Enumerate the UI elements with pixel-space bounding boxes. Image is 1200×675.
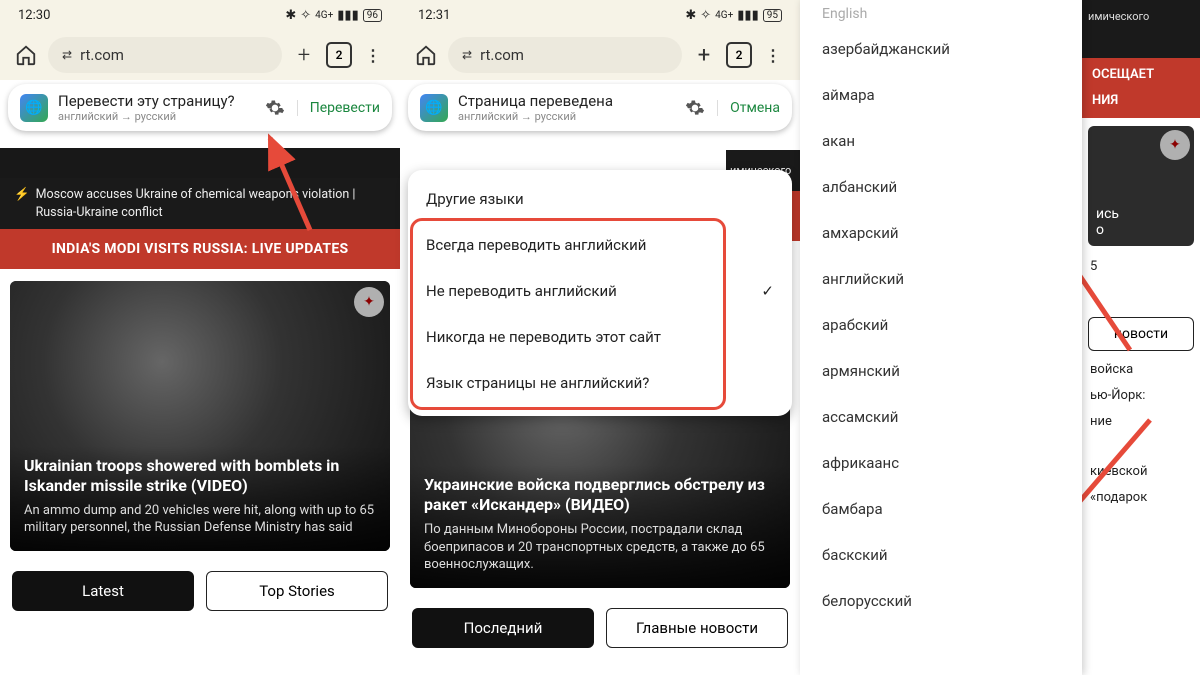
translate-text: Перевести эту страницу? английский → рус… [58, 92, 253, 123]
language-item[interactable]: English [800, 0, 1082, 26]
home-icon[interactable] [14, 43, 38, 67]
tab-top-stories[interactable]: Главные новости [606, 608, 788, 648]
language-item[interactable]: африкаанс [800, 440, 1082, 486]
feed-tabs: Последний Главные новости [400, 600, 800, 656]
bluetooth-icon: ✱ [285, 8, 296, 23]
gear-icon[interactable] [263, 96, 287, 120]
article-summary: По данным Минобороны России, пострадали … [424, 521, 776, 574]
language-item[interactable]: бамбара [800, 486, 1082, 532]
live-banner[interactable]: INDIA'S MODI VISITS RUSSIA: LIVE UPDATES [0, 229, 400, 269]
translate-options-menu: Другие языки Всегда переводить английски… [408, 170, 792, 416]
translate-icon: 🌐 [420, 94, 448, 122]
article-card[interactable]: ✦ Ukrainian troops showered with bomblet… [10, 281, 390, 551]
vibrate-icon: ✧ [300, 8, 311, 23]
bg-num: 5 [1082, 254, 1200, 280]
bolt-icon: ⚡ [14, 186, 30, 221]
feed-tabs: Latest Top Stories [0, 563, 400, 619]
language-item[interactable]: армянский [800, 348, 1082, 394]
language-item[interactable]: азербайджанский [800, 26, 1082, 72]
bg-red2: НИЯ [1082, 92, 1200, 118]
new-tab-icon[interactable]: + [692, 43, 716, 67]
url-field[interactable]: ⇄ rt.com [48, 37, 282, 73]
source-badge-icon: ✦ [354, 287, 384, 317]
language-item[interactable]: акан [800, 118, 1082, 164]
bluetooth-icon: ✱ [685, 8, 696, 23]
tab-switcher[interactable]: 2 [726, 42, 752, 68]
translate-title: Страница переведена [458, 92, 673, 110]
check-icon: ✓ [761, 282, 774, 300]
vibrate-icon: ✧ [700, 8, 711, 23]
screenshot-3: English азербайджанский аймара акан алба… [800, 0, 1200, 675]
menu-other-languages[interactable]: Другие языки [408, 176, 792, 222]
language-item[interactable]: аймара [800, 72, 1082, 118]
bg-red1: ОСЕЩАЕТ [1082, 58, 1200, 92]
site-settings-icon: ⇄ [62, 48, 72, 62]
home-icon[interactable] [414, 43, 438, 67]
url-text: rt.com [480, 46, 524, 64]
battery-icon: 96 [363, 9, 382, 22]
menu-wrong-language[interactable]: Язык страницы не английский? [408, 360, 792, 406]
source-badge-icon: ✦ [1160, 130, 1190, 160]
article-summary: An ammo dump and 20 vehicles were hit, a… [24, 502, 376, 537]
status-bar: 12:30 ✱ ✧ 4G+ ▮▮▮ 96 [0, 0, 400, 30]
status-icons: ✱ ✧ 4G+ ▮▮▮ 95 [685, 8, 782, 23]
language-item[interactable]: английский [800, 256, 1082, 302]
web-content: ⚡ Moscow accuses Ukraine of chemical wea… [0, 84, 400, 675]
tab-latest[interactable]: Latest [12, 571, 194, 611]
gear-icon[interactable] [683, 96, 707, 120]
bg-card: ✦ ись о [1088, 126, 1194, 246]
language-list[interactable]: English азербайджанский аймара акан алба… [800, 0, 1082, 675]
clock: 12:30 [18, 8, 50, 23]
status-icons: ✱ ✧ 4G+ ▮▮▮ 96 [285, 8, 382, 23]
translate-cancel-button[interactable]: Отмена [717, 100, 780, 116]
menu-never-translate-site[interactable]: Никогда не переводить этот сайт [408, 314, 792, 360]
language-item[interactable]: албанский [800, 164, 1082, 210]
overflow-menu-icon[interactable]: ⋮ [762, 43, 786, 67]
news-ticker: ⚡ Moscow accuses Ukraine of chemical wea… [0, 178, 400, 229]
screenshot-1: 12:30 ✱ ✧ 4G+ ▮▮▮ 96 ⇄ rt.com + 2 ⋮ 🌐 Пе… [0, 0, 400, 675]
background-content: имического ОСЕЩАЕТ НИЯ ✦ ись о 5 новости… [1082, 0, 1200, 675]
menu-always-translate[interactable]: Всегда переводить английский [408, 222, 792, 268]
status-bar: 12:31 ✱ ✧ 4G+ ▮▮▮ 95 [400, 0, 800, 30]
clock: 12:31 [418, 8, 450, 23]
language-item[interactable]: амхарский [800, 210, 1082, 256]
overflow-menu-icon[interactable]: ⋮ [362, 43, 386, 67]
bg-tab[interactable]: новости [1088, 317, 1194, 351]
new-tab-icon[interactable]: + [292, 43, 316, 67]
translate-sub: английский → русский [458, 110, 673, 123]
signal-icon: ▮▮▮ [337, 8, 358, 23]
browser-toolbar: ⇄ rt.com + 2 ⋮ [400, 30, 800, 80]
url-field[interactable]: ⇄ rt.com [448, 37, 682, 73]
signal-icon: ▮▮▮ [737, 8, 758, 23]
language-item[interactable]: баскский [800, 532, 1082, 578]
language-item[interactable]: ассамский [800, 394, 1082, 440]
url-text: rt.com [80, 46, 124, 64]
browser-toolbar: ⇄ rt.com + 2 ⋮ [0, 30, 400, 80]
menu-never-translate-lang[interactable]: Не переводить английский✓ [408, 268, 792, 314]
translate-bar: 🌐 Перевести эту страницу? английский → р… [8, 84, 392, 131]
network-icon: 4G+ [315, 10, 333, 21]
article-headline: Украинские войска подверглись обстрелу и… [424, 475, 776, 515]
screenshot-2: 12:31 ✱ ✧ 4G+ ▮▮▮ 95 ⇄ rt.com + 2 ⋮ 🌐 Ст… [400, 0, 800, 675]
tab-top-stories[interactable]: Top Stories [206, 571, 388, 611]
site-settings-icon: ⇄ [462, 48, 472, 62]
tab-switcher[interactable]: 2 [326, 42, 352, 68]
translate-bar: 🌐 Страница переведена английский → русск… [408, 84, 792, 131]
battery-icon: 95 [763, 9, 782, 22]
language-item[interactable]: белорусский [800, 578, 1082, 624]
network-icon: 4G+ [715, 10, 733, 21]
translate-icon: 🌐 [20, 94, 48, 122]
article-headline: Ukrainian troops showered with bomblets … [24, 456, 376, 496]
tab-latest[interactable]: Последний [412, 608, 594, 648]
translate-action-button[interactable]: Перевести [297, 100, 380, 116]
language-item[interactable]: арабский [800, 302, 1082, 348]
